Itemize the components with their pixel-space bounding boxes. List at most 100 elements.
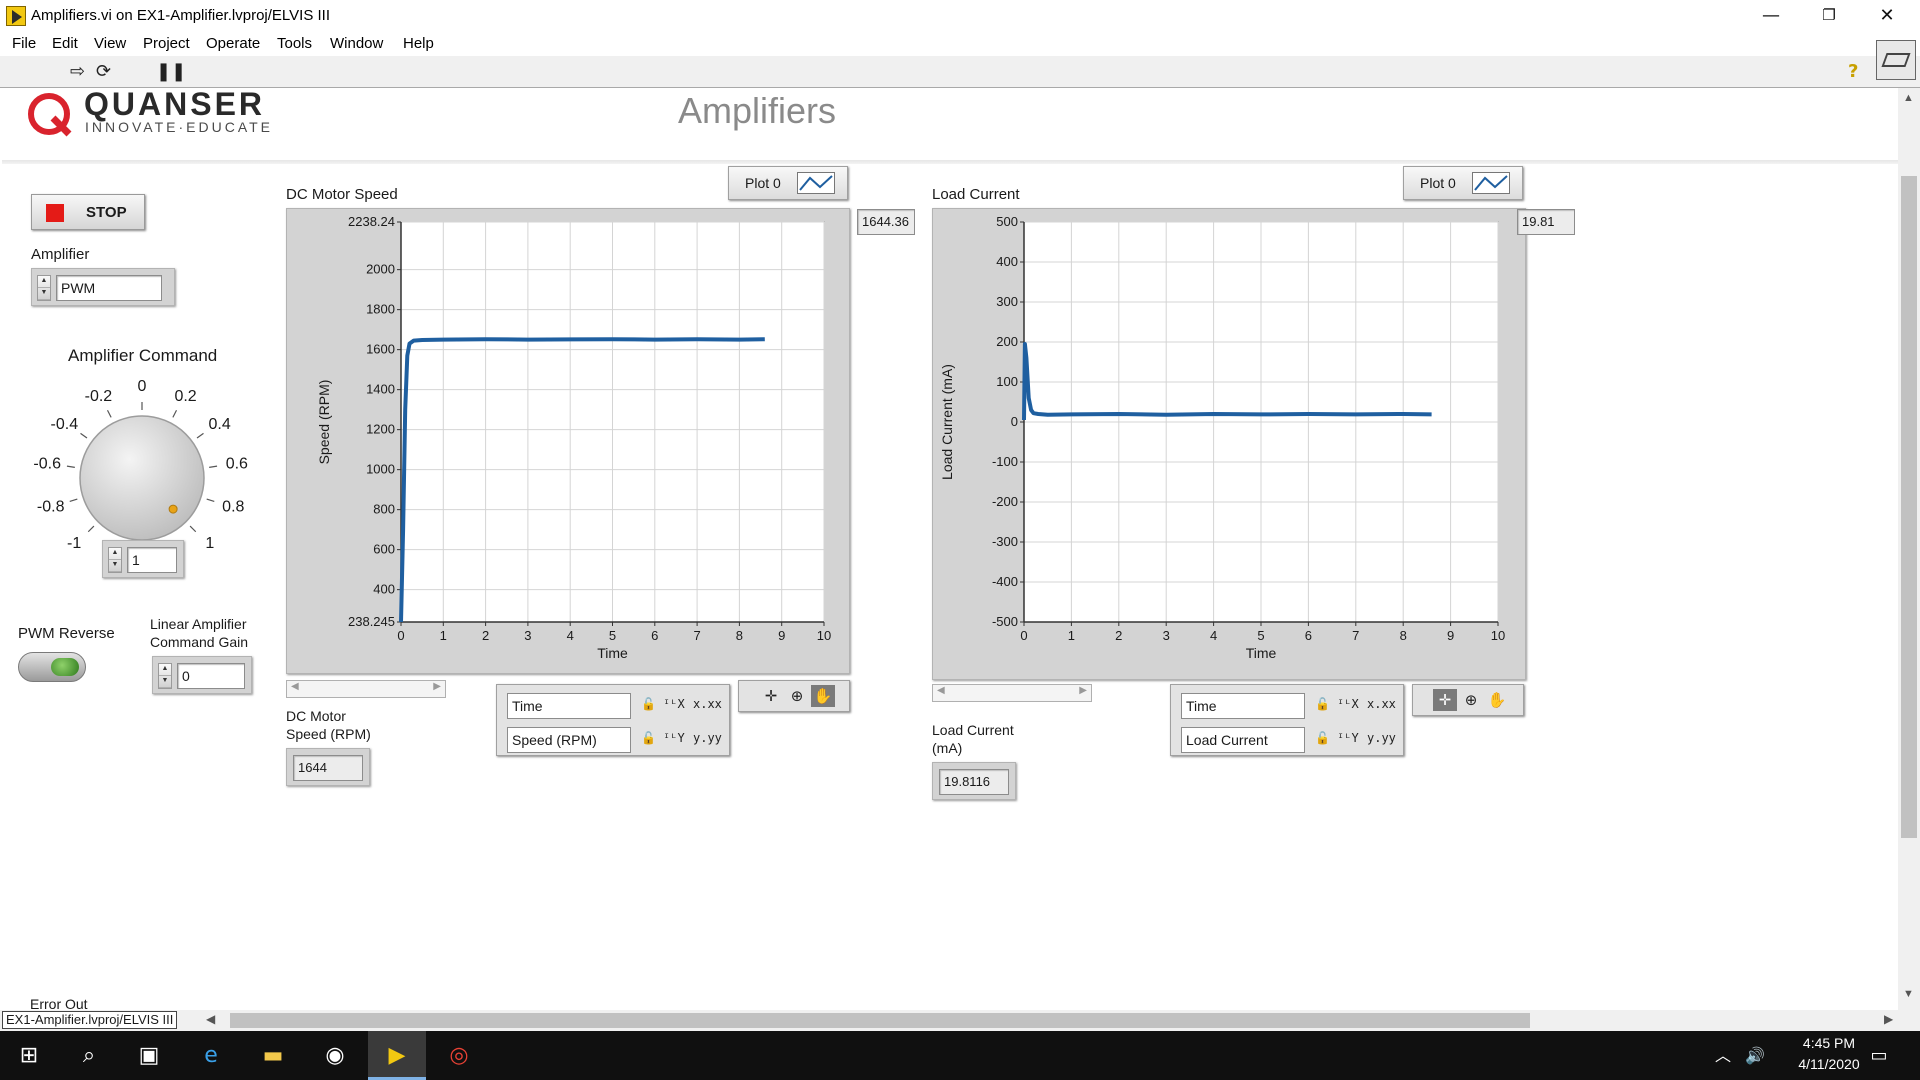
- scroll-up-icon[interactable]: ▲: [1903, 92, 1914, 104]
- speed-graph-palette: ✛ ⊕ ✋: [738, 680, 850, 712]
- speed-chart-plot[interactable]: 0 1 2 3 4 5 6 7 8 9 10 2238.24 2000 1800 1600 1400 1200 1…: [286, 208, 850, 674]
- x-tick-label: 7: [693, 628, 700, 643]
- menu-view[interactable]: View: [94, 35, 126, 52]
- vertical-scroll-thumb[interactable]: [1901, 176, 1917, 838]
- speed-x-scale-name[interactable]: Time: [507, 693, 631, 719]
- current-chart-plot[interactable]: 0 1 2 3 4 5 6 7 8 9 10 500 400 300 200 100 0 -100 -200 -300…: [932, 208, 1526, 680]
- y-axis-title: Load Current (mA): [939, 364, 955, 480]
- scroll-down-icon[interactable]: ▼: [1903, 988, 1914, 1000]
- x-scale-lock-icon[interactable]: 🔓: [641, 697, 656, 711]
- y-format-icon[interactable]: y.yy: [693, 731, 722, 745]
- horizontal-scroll-thumb[interactable]: [230, 1013, 1530, 1028]
- x-tick-label: 5: [609, 628, 616, 643]
- amplifier-command-spinner[interactable]: ▲ ▼: [108, 547, 122, 573]
- amplifier-command-numeric[interactable]: ▲ ▼ 1: [102, 540, 184, 578]
- amplifier-command-value[interactable]: 1: [127, 547, 177, 573]
- minimize-button[interactable]: —: [1742, 0, 1800, 31]
- x-autoscale-icon[interactable]: ᴵᴸX: [1337, 697, 1359, 711]
- current-plot-legend[interactable]: Plot 0: [1403, 166, 1523, 200]
- labview-vi-icon: [6, 6, 26, 26]
- cursor-move-icon[interactable]: ✛: [759, 685, 783, 707]
- menu-edit[interactable]: Edit: [52, 35, 78, 52]
- y-scale-lock-icon[interactable]: 🔓: [641, 731, 656, 745]
- zoom-icon[interactable]: ⊕: [1459, 689, 1483, 711]
- pwm-reverse-toggle[interactable]: [18, 652, 86, 682]
- amplifier-ring-value[interactable]: PWM: [56, 275, 162, 301]
- pan-hand-icon[interactable]: ✋: [811, 685, 835, 707]
- amplifier-ring-spinner[interactable]: ▲ ▼: [37, 275, 51, 301]
- scroll-left-icon[interactable]: ◀: [937, 685, 945, 696]
- knob-body[interactable]: [79, 415, 205, 541]
- task-view-icon[interactable]: ▣: [120, 1031, 178, 1080]
- scroll-left-icon[interactable]: ◀: [291, 681, 299, 692]
- file-explorer-icon[interactable]: ▬: [244, 1031, 302, 1080]
- linear-gain-value[interactable]: 0: [177, 663, 245, 689]
- labview-front-panel-window: Amplifiers.vi on EX1-Amplifier.lvproj/EL…: [0, 0, 1920, 1080]
- speed-chart-scrollbar[interactable]: ◀ ▶: [286, 680, 446, 698]
- speed-y-scale-name[interactable]: Speed (RPM): [507, 727, 631, 753]
- toolbar: ⇨ ⟳ ❚❚ ?: [0, 40, 1920, 88]
- internet-explorer-icon[interactable]: e: [182, 1031, 240, 1080]
- chrome-icon[interactable]: ◎: [430, 1031, 488, 1080]
- scroll-right-icon[interactable]: ▶: [1884, 1012, 1893, 1026]
- menu-help[interactable]: Help: [403, 35, 434, 52]
- scroll-left-icon[interactable]: ◀: [206, 1012, 215, 1026]
- run-arrow-icon[interactable]: ⇨: [70, 61, 85, 82]
- header-divider: [2, 160, 1898, 164]
- menu-operate[interactable]: Operate: [206, 35, 260, 52]
- x-axis-title: Time: [597, 645, 628, 661]
- y-format-icon[interactable]: y.yy: [1367, 731, 1396, 745]
- vi-connector-pane-icon[interactable]: [1876, 40, 1916, 80]
- current-indicator-label-line1: Load Current: [932, 722, 1014, 738]
- current-x-scale-name[interactable]: Time: [1181, 693, 1305, 719]
- restore-button[interactable]: ❐: [1800, 0, 1858, 31]
- pan-hand-icon[interactable]: ✋: [1485, 689, 1509, 711]
- speed-digital-display: 1644.36: [857, 209, 915, 235]
- knob-tick: [189, 525, 197, 533]
- volume-icon[interactable]: 🔊: [1726, 1031, 1784, 1080]
- close-button[interactable]: ✕: [1858, 0, 1916, 31]
- search-icon[interactable]: ⌕: [60, 1031, 118, 1080]
- x-autoscale-icon[interactable]: ᴵᴸX: [663, 697, 685, 711]
- speed-plot-legend[interactable]: Plot 0: [728, 166, 848, 200]
- start-icon[interactable]: ⊞: [0, 1031, 58, 1080]
- menu-window[interactable]: Window: [330, 35, 383, 52]
- menu-tools[interactable]: Tools: [277, 35, 312, 52]
- pause-icon[interactable]: ❚❚: [156, 61, 186, 82]
- x-scale-lock-icon[interactable]: 🔓: [1315, 697, 1330, 711]
- linear-gain-spinner[interactable]: ▲ ▼: [158, 663, 172, 689]
- y-scale-lock-icon[interactable]: 🔓: [1315, 731, 1330, 745]
- context-help-icon[interactable]: ?: [1848, 61, 1858, 82]
- window-title: Amplifiers.vi on EX1-Amplifier.lvproj/EL…: [31, 7, 330, 24]
- x-format-icon[interactable]: x.xx: [1367, 697, 1396, 711]
- stop-square-icon: [46, 204, 64, 222]
- amplifier-ring[interactable]: ▲ ▼ PWM: [31, 268, 175, 306]
- speed-indicator: 1644: [286, 748, 370, 786]
- x-format-icon[interactable]: x.xx: [693, 697, 722, 711]
- knob-tick-label: 0.2: [174, 388, 196, 405]
- y-tick-label: -300: [992, 534, 1018, 549]
- menu-bar: File Edit View Project Operate Tools Win…: [0, 31, 1920, 56]
- stop-button[interactable]: STOP: [31, 194, 145, 230]
- x-tick-label: 0: [1020, 628, 1027, 643]
- menu-project[interactable]: Project: [143, 35, 190, 52]
- knob-indicator-dot: [168, 504, 178, 514]
- quanser-q-logo-icon: [25, 90, 73, 138]
- plot-line-style-icon: [797, 172, 835, 194]
- speed-scale-legend: Time 🔓 ᴵᴸX x.xx Speed (RPM) 🔓 ᴵᴸY y.yy: [496, 684, 730, 756]
- current-chart-scrollbar[interactable]: ◀ ▶: [932, 684, 1092, 702]
- menu-file[interactable]: File: [12, 35, 36, 52]
- scroll-right-icon[interactable]: ▶: [433, 681, 441, 692]
- zoom-icon[interactable]: ⊕: [785, 685, 809, 707]
- app-icon[interactable]: ◉: [306, 1031, 364, 1080]
- labview-icon[interactable]: ▶: [368, 1031, 426, 1080]
- y-autoscale-icon[interactable]: ᴵᴸY: [663, 731, 685, 745]
- linear-gain-numeric[interactable]: ▲ ▼ 0: [152, 656, 252, 694]
- cursor-move-icon[interactable]: ✛: [1433, 689, 1457, 711]
- scroll-right-icon[interactable]: ▶: [1079, 685, 1087, 696]
- notifications-icon[interactable]: ▭: [1850, 1031, 1908, 1080]
- run-continuously-icon[interactable]: ⟳: [96, 61, 111, 82]
- current-y-scale-name[interactable]: Load Current: [1181, 727, 1305, 753]
- knob-tick-label: 1: [205, 535, 214, 552]
- y-autoscale-icon[interactable]: ᴵᴸY: [1337, 731, 1359, 745]
